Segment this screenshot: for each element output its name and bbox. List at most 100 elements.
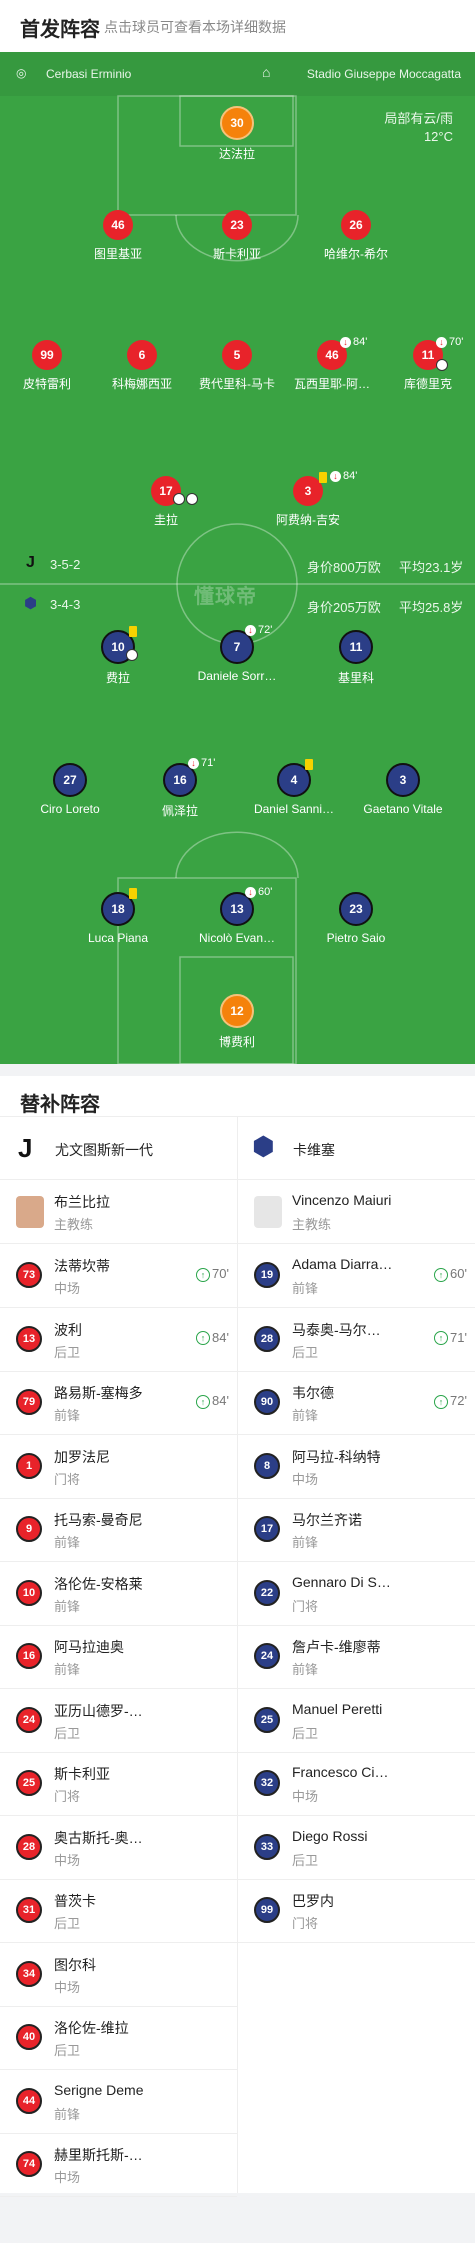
player-number: 12 bbox=[220, 994, 254, 1028]
bench-player-row[interactable]: 28 马泰奥-马尔… 后卫 ↑ 71' bbox=[238, 1308, 475, 1372]
home-coach-row[interactable]: 布兰比拉 主教练 bbox=[0, 1180, 237, 1244]
player-home[interactable]: 46 图里基亚 bbox=[63, 210, 173, 262]
player-home[interactable]: 46 瓦西里耶-阿… bbox=[277, 340, 387, 392]
bench-player-row[interactable]: 44 Serigne Deme 前锋 bbox=[0, 2070, 237, 2134]
player-name: 加罗法尼 bbox=[54, 1448, 110, 1465]
bench-player-row[interactable]: 24 詹卢卡-维廖蒂 前锋 bbox=[238, 1625, 475, 1689]
bench-player-row[interactable]: 73 法蒂坎蒂 中场 ↑ 70' bbox=[0, 1244, 237, 1308]
player-position: 后卫 bbox=[54, 1916, 81, 1931]
bench-player-row[interactable]: 22 Gennaro Di S… 门将 bbox=[238, 1562, 475, 1626]
player-number: 74 bbox=[16, 2151, 42, 2177]
sub-off-marker: ↓ 70' bbox=[436, 336, 463, 348]
player-away[interactable]: 16 佩泽拉 bbox=[125, 763, 235, 819]
home-team-name: 尤文图斯新一代 bbox=[55, 1142, 153, 1158]
coach-role: 主教练 bbox=[292, 1217, 332, 1232]
goal-ball-icon bbox=[173, 493, 185, 505]
player-number: 79 bbox=[16, 1389, 42, 1415]
cavese-logo-icon: ⬢ bbox=[252, 1131, 275, 1161]
bench-player-row[interactable]: 34 图尔科 中场 bbox=[0, 1943, 237, 2007]
player-home[interactable]: 26 哈维尔-希尔 bbox=[301, 210, 411, 262]
player-name: 科梅娜西亚 bbox=[111, 377, 172, 391]
player-number: 25 bbox=[16, 1770, 42, 1796]
player-away[interactable]: 23 Pietro Saio bbox=[301, 892, 411, 945]
player-away-gk[interactable]: 12 博费利 bbox=[182, 994, 292, 1050]
bench-player-row[interactable]: 31 普茨卡 后卫 bbox=[0, 1879, 237, 1943]
lineup-title: 首发阵容 bbox=[20, 19, 100, 41]
player-position: 后卫 bbox=[292, 1344, 319, 1360]
player-position: 门将 bbox=[54, 1471, 81, 1487]
player-away[interactable]: 27 Ciro Loreto bbox=[15, 763, 125, 816]
player-number: 28 bbox=[16, 1833, 42, 1860]
bench-player-row[interactable]: 25 Manuel Peretti 后卫 bbox=[238, 1689, 475, 1753]
sub-off-icon: ↓ bbox=[188, 757, 199, 769]
bench-player-row[interactable]: 33 Diego Rossi 后卫 bbox=[238, 1816, 475, 1880]
bench-player-row[interactable]: 32 Francesco Ci… 中场 bbox=[238, 1752, 475, 1816]
player-name: Gennaro Di S… bbox=[292, 1573, 391, 1590]
player-home[interactable]: 6 科梅娜西亚 bbox=[87, 340, 197, 392]
player-name: Ciro Loreto bbox=[40, 802, 100, 816]
sub-minute: 84' bbox=[212, 1329, 229, 1345]
player-name: Manuel Peretti bbox=[292, 1700, 383, 1717]
sub-on-marker: ↑ 71' bbox=[434, 1330, 467, 1346]
away-coach-row[interactable]: Vincenzo Maiuri 主教练 bbox=[238, 1180, 475, 1244]
player-home[interactable]: 5 费代里科-马卡 bbox=[182, 340, 292, 392]
player-away[interactable]: 10 费拉 bbox=[63, 630, 173, 686]
player-position: 后卫 bbox=[292, 1852, 319, 1868]
player-away[interactable]: 13 Nicolò Evan… bbox=[182, 892, 292, 945]
bench-player-row[interactable]: 28 奥古斯托-奥… 中场 bbox=[0, 1816, 237, 1880]
player-number: 25 bbox=[254, 1706, 280, 1733]
player-name: Francesco Ci… bbox=[292, 1764, 389, 1780]
player-name: 托马索-曼奇尼 bbox=[54, 1512, 143, 1528]
player-home[interactable]: 17 圭拉 bbox=[111, 476, 221, 528]
bench-player-row[interactable]: 90 韦尔德 前锋 ↑ 72' bbox=[238, 1371, 475, 1435]
bench-player-row[interactable]: 17 马尔兰齐诺 前锋 bbox=[238, 1498, 475, 1562]
bench-player-row[interactable]: 10 洛伦佐-安格莱 前锋 bbox=[0, 1562, 237, 1626]
weather: 局部有云/雨 12°C bbox=[384, 110, 453, 146]
player-position: 门将 bbox=[292, 1916, 319, 1931]
player-away[interactable]: 11 基里科 bbox=[301, 630, 411, 686]
bench-player-row[interactable]: 16 阿马拉迪奥 前锋 bbox=[0, 1625, 237, 1689]
bench-player-row[interactable]: 8 阿马拉-科纳特 中场 bbox=[238, 1435, 475, 1499]
player-name: 奥古斯托-奥… bbox=[54, 1829, 143, 1846]
bench-player-row[interactable]: 1 加罗法尼 门将 bbox=[0, 1435, 237, 1499]
player-name: 赫里斯托斯-… bbox=[54, 2147, 143, 2163]
bench-player-row[interactable]: 9 托马索-曼奇尼 前锋 bbox=[0, 1498, 237, 1562]
sub-minute: 72' bbox=[258, 624, 273, 636]
bench-player-row[interactable]: 13 波利 后卫 ↑ 84' bbox=[0, 1308, 237, 1372]
bench-player-row[interactable]: 19 Adama Diarra… 前锋 ↑ 60' bbox=[238, 1244, 475, 1308]
goal-ball-icon bbox=[126, 649, 138, 661]
sub-off-icon: ↓ bbox=[436, 336, 447, 348]
bench-player-row[interactable]: 40 洛伦佐-维拉 后卫 bbox=[0, 2006, 237, 2070]
player-name: Luca Piana bbox=[87, 931, 149, 945]
player-away[interactable]: 4 Daniel Sanni… bbox=[239, 763, 349, 816]
player-away[interactable]: 3 Gaetano Vitale bbox=[348, 763, 458, 816]
player-name: 费拉 bbox=[105, 671, 130, 685]
sub-minute: 60' bbox=[450, 1266, 467, 1281]
bench-player-row[interactable]: 24 亚历山德罗-… 后卫 bbox=[0, 1689, 237, 1753]
bench-player-row[interactable]: 99 巴罗内 门将 bbox=[238, 1879, 475, 1943]
referee-name: Cerbasi Erminio bbox=[46, 67, 132, 81]
player-number: 32 bbox=[254, 1770, 280, 1796]
player-name: 韦尔德 bbox=[292, 1385, 334, 1401]
player-away[interactable]: 18 Luca Piana bbox=[63, 892, 173, 945]
sub-on-icon: ↑ bbox=[434, 1267, 449, 1282]
player-home-gk[interactable]: 30 达法拉 bbox=[182, 106, 292, 162]
sub-minute: 84' bbox=[353, 336, 368, 348]
player-position: 前锋 bbox=[292, 1408, 319, 1423]
player-home[interactable]: 3 阿费纳-吉安 bbox=[253, 476, 363, 528]
player-number: 6 bbox=[127, 340, 157, 370]
player-number: 90 bbox=[254, 1389, 280, 1415]
player-position: 前锋 bbox=[54, 2106, 81, 2122]
player-name: 库德里克 bbox=[403, 377, 452, 391]
player-position: 后卫 bbox=[292, 1725, 319, 1741]
bench-player-row[interactable]: 74 赫里斯托斯-… 中场 bbox=[0, 2133, 237, 2197]
player-name: 阿费纳-吉安 bbox=[276, 513, 340, 527]
player-away[interactable]: 7 Daniele Sorr… bbox=[182, 630, 292, 683]
player-name: 斯卡利亚 bbox=[54, 1766, 110, 1782]
bench-player-row[interactable]: 79 路易斯-塞梅多 前锋 ↑ 84' bbox=[0, 1371, 237, 1435]
player-number: 44 bbox=[16, 2087, 42, 2114]
player-home[interactable]: 23 斯卡利亚 bbox=[182, 210, 292, 262]
sub-on-icon: ↑ bbox=[434, 1331, 449, 1346]
goal-ball-icon bbox=[186, 493, 198, 505]
bench-player-row[interactable]: 25 斯卡利亚 门将 bbox=[0, 1752, 237, 1816]
